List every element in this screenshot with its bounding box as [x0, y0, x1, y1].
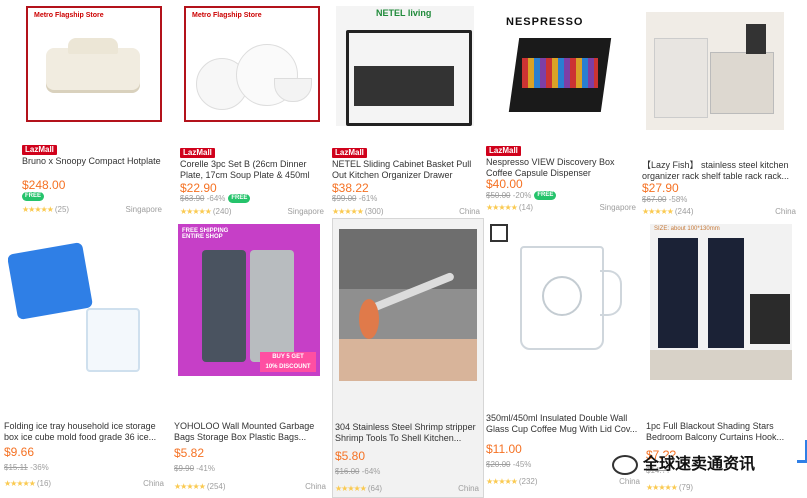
product-title[interactable]: NETEL Sliding Cabinet Basket Pull Out Ki…: [332, 159, 478, 181]
location: China: [459, 207, 480, 216]
product-price: $248.00: [22, 178, 66, 192]
location: Singapore: [599, 203, 636, 212]
brand-logo: FREE SHIPPING ENTIRE SHOP: [182, 228, 229, 240]
lazmall-badge: LazMall: [486, 146, 521, 156]
product-title[interactable]: 350ml/450ml Insulated Double Wall Glass …: [486, 413, 642, 435]
product-price: $22.90: [180, 181, 217, 195]
product-image[interactable]: [8, 228, 158, 378]
product-price: $40.00: [486, 177, 523, 191]
star-icons: ★★★★★: [332, 207, 364, 216]
product-title[interactable]: Folding ice tray household ice storage b…: [4, 421, 166, 443]
free-shipping-badge: FREE: [228, 194, 251, 204]
original-price: $9.90 -41%: [174, 464, 215, 473]
rating: ★★★★★ (64): [335, 484, 383, 493]
free-shipping-badge: FREE: [534, 191, 557, 201]
location: Singapore: [125, 205, 162, 214]
product-price: $9.66: [4, 445, 35, 459]
product-image[interactable]: NESPRESSO: [486, 10, 632, 128]
compare-icon[interactable]: [490, 224, 508, 242]
star-icons: ★★★★★: [486, 203, 518, 212]
location: China: [305, 482, 326, 491]
product-title[interactable]: 304 Stainless Steel Shrimp stripper Shri…: [335, 422, 481, 444]
product-card[interactable]: Metro Flagship Store LazMall Corelle 3pc…: [176, 0, 326, 218]
star-icons: ★★★★★: [4, 479, 36, 488]
location: China: [458, 484, 479, 493]
product-card[interactable]: NESPRESSO LazMall Nespresso VIEW Discove…: [482, 0, 638, 218]
product-card[interactable]: FREE SHIPPING ENTIRE SHOP BUY 5 GET 10% D…: [168, 218, 330, 498]
brand-logo: NETEL living: [376, 8, 432, 18]
product-price: $27.90: [642, 181, 679, 195]
lazmall-badge: LazMall: [22, 145, 57, 155]
product-card[interactable]: Metro Flagship Store LazMall Bruno x Sno…: [18, 0, 164, 218]
product-price: $11.00: [486, 442, 522, 456]
original-price: $16.00 -64%: [335, 467, 381, 476]
product-title[interactable]: Bruno x Snoopy Compact Hotplate: [22, 156, 162, 178]
rating: ★★★★★ (79): [646, 483, 694, 492]
product-card[interactable]: NETEL living LazMall NETEL Sliding Cabin…: [328, 0, 482, 218]
location: China: [775, 207, 796, 216]
product-image[interactable]: Metro Flagship Store: [184, 6, 320, 122]
brand-logo: Metro Flagship Store: [34, 12, 104, 19]
product-card-hovered[interactable]: 304 Stainless Steel Shrimp stripper Shri…: [332, 218, 484, 498]
product-title[interactable]: YOHOLOO Wall Mounted Garbage Bags Storag…: [174, 421, 324, 443]
rating: ★★★★★ (14): [486, 203, 534, 212]
rating: ★★★★★ (244): [642, 207, 694, 216]
product-image[interactable]: Metro Flagship Store: [26, 6, 162, 122]
bracket-icon: [797, 440, 807, 463]
location: Singapore: [287, 207, 324, 216]
wechat-icon: [612, 454, 638, 475]
rating: ★★★★★ (25): [22, 205, 70, 214]
watermark: 全球速卖通资讯: [612, 450, 755, 475]
original-price: $20.00 -45%: [486, 460, 532, 469]
lazmall-badge: LazMall: [332, 148, 367, 158]
product-price: $5.80: [335, 449, 366, 463]
product-image[interactable]: FREE SHIPPING ENTIRE SHOP BUY 5 GET 10% D…: [178, 224, 320, 376]
original-price: $50.00 -20% FREE: [486, 191, 557, 201]
star-icons: ★★★★★: [642, 207, 674, 216]
brand-logo: NESPRESSO: [506, 16, 584, 28]
product-image[interactable]: [339, 229, 477, 381]
product-image[interactable]: [490, 224, 638, 370]
star-icons: ★★★★★: [486, 477, 518, 486]
rating: ★★★★★ (300): [332, 207, 384, 216]
star-icons: ★★★★★: [646, 483, 678, 492]
product-image[interactable]: NETEL living: [336, 6, 474, 126]
rating: ★★★★★ (232): [486, 477, 538, 486]
rating: ★★★★★ (254): [174, 482, 226, 491]
star-icons: ★★★★★: [174, 482, 206, 491]
product-image[interactable]: [646, 12, 784, 130]
star-icons: ★★★★★: [22, 205, 54, 214]
size-label: SIZE: about 100*130mm: [654, 226, 720, 232]
original-price: $99.00 -61%: [332, 194, 378, 203]
lazmall-badge: LazMall: [180, 148, 215, 158]
product-title[interactable]: Nespresso VIEW Discovery Box Coffee Caps…: [486, 157, 634, 179]
product-price: $38.22: [332, 181, 369, 195]
free-shipping-badge: FREE: [22, 192, 45, 202]
product-price: $5.82: [174, 446, 205, 460]
product-title[interactable]: 【Lazy Fish】 stainless steel kitchen orga…: [642, 160, 794, 182]
star-icons: ★★★★★: [335, 484, 367, 493]
product-card[interactable]: 【Lazy Fish】 stainless steel kitchen orga…: [638, 0, 798, 218]
rating: ★★★★★ (16): [4, 479, 52, 488]
original-price: $67.00 -58%: [642, 195, 688, 204]
rating: ★★★★★ (240): [180, 207, 232, 216]
brand-logo: Metro Flagship Store: [192, 12, 262, 19]
original-price: $15.11 -36%: [4, 463, 49, 472]
product-card[interactable]: Folding ice tray household ice storage b…: [0, 218, 168, 498]
original-price: $63.90 -64% FREE: [180, 194, 251, 204]
hotplate-shape: [46, 48, 140, 90]
product-image[interactable]: SIZE: about 100*130mm: [650, 224, 792, 380]
star-icons: ★★★★★: [180, 207, 212, 216]
product-title[interactable]: Corelle 3pc Set B (26cm Dinner Plate, 17…: [180, 159, 326, 181]
product-title[interactable]: 1pc Full Blackout Shading Stars Bedroom …: [646, 421, 796, 443]
location: China: [143, 479, 164, 488]
location: China: [619, 477, 640, 486]
